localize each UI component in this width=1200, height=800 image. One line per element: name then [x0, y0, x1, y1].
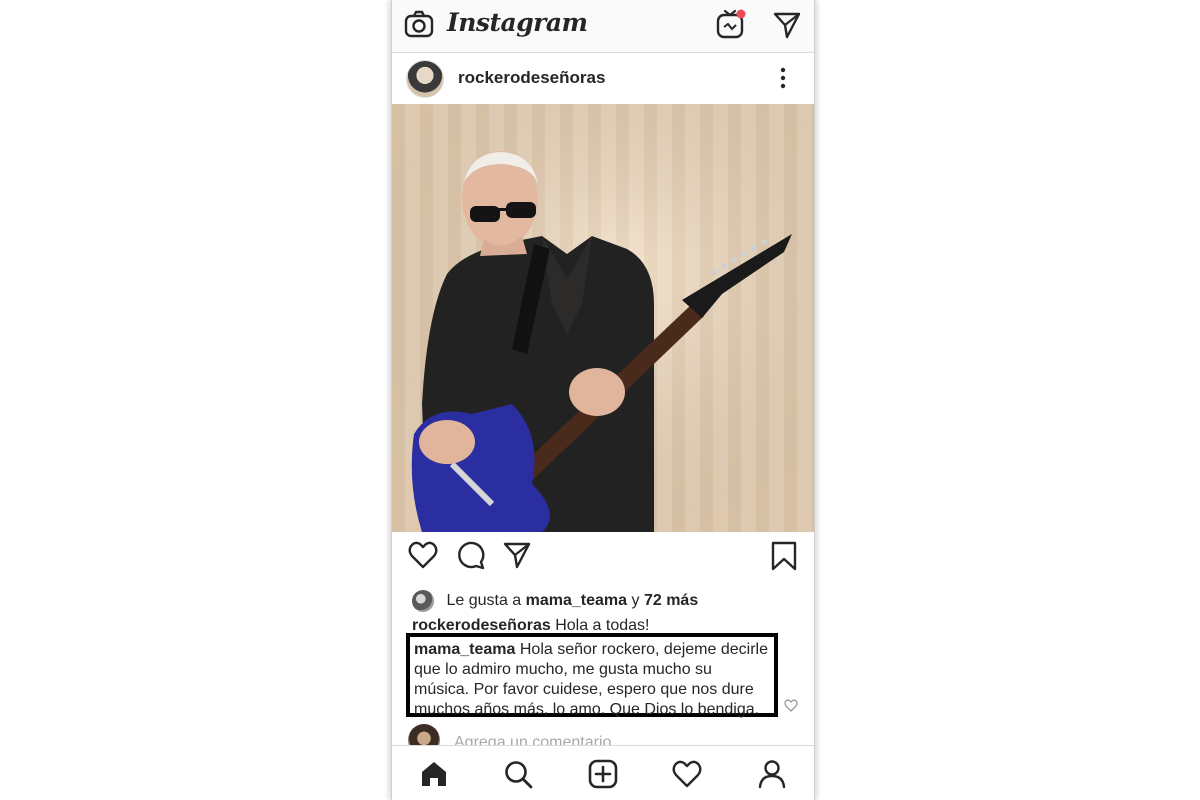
home-icon[interactable]	[419, 759, 449, 789]
search-icon[interactable]	[503, 759, 533, 789]
camera-icon[interactable]	[404, 10, 434, 40]
likes-user[interactable]: mama_teama	[526, 592, 627, 609]
bottom-navigation	[392, 745, 814, 800]
igtv-icon[interactable]	[715, 8, 747, 40]
like-icon[interactable]	[408, 540, 438, 570]
comment-like-icon[interactable]	[784, 698, 798, 712]
share-icon[interactable]	[502, 540, 532, 570]
post-username[interactable]: rockerodeseñoras	[458, 68, 605, 88]
profile-icon[interactable]	[757, 759, 787, 789]
more-options-icon[interactable]	[778, 66, 788, 90]
caption-username[interactable]: rockerodeseñoras	[412, 617, 551, 634]
caption-text: Hola a todas!	[555, 617, 650, 634]
app-logo: Instagram	[447, 8, 588, 37]
comment-icon[interactable]	[456, 540, 486, 570]
avatar[interactable]	[406, 60, 444, 98]
comment-username[interactable]: mama_teama	[414, 641, 515, 658]
activity-icon[interactable]	[672, 759, 702, 789]
highlighted-comment: mama_teama Hola señor rockero, dejeme de…	[406, 633, 778, 718]
top-bar: Instagram	[392, 0, 814, 53]
instagram-app: Instagram rockerodeseñoras Le gusta a ma…	[391, 0, 815, 800]
post-actions	[392, 540, 814, 580]
post-photo[interactable]	[392, 104, 814, 532]
bookmark-icon[interactable]	[770, 540, 798, 572]
new-post-icon[interactable]	[588, 759, 618, 789]
liker-avatar	[412, 590, 434, 612]
likes-connector: y	[631, 592, 640, 609]
likes-others[interactable]: 72 más	[644, 592, 698, 609]
likes-prefix: Le gusta a	[446, 592, 522, 609]
likes-line[interactable]: Le gusta a mama_teama y 72 más	[412, 590, 698, 612]
post-header: rockerodeseñoras	[392, 52, 814, 104]
direct-message-icon[interactable]	[772, 10, 802, 40]
